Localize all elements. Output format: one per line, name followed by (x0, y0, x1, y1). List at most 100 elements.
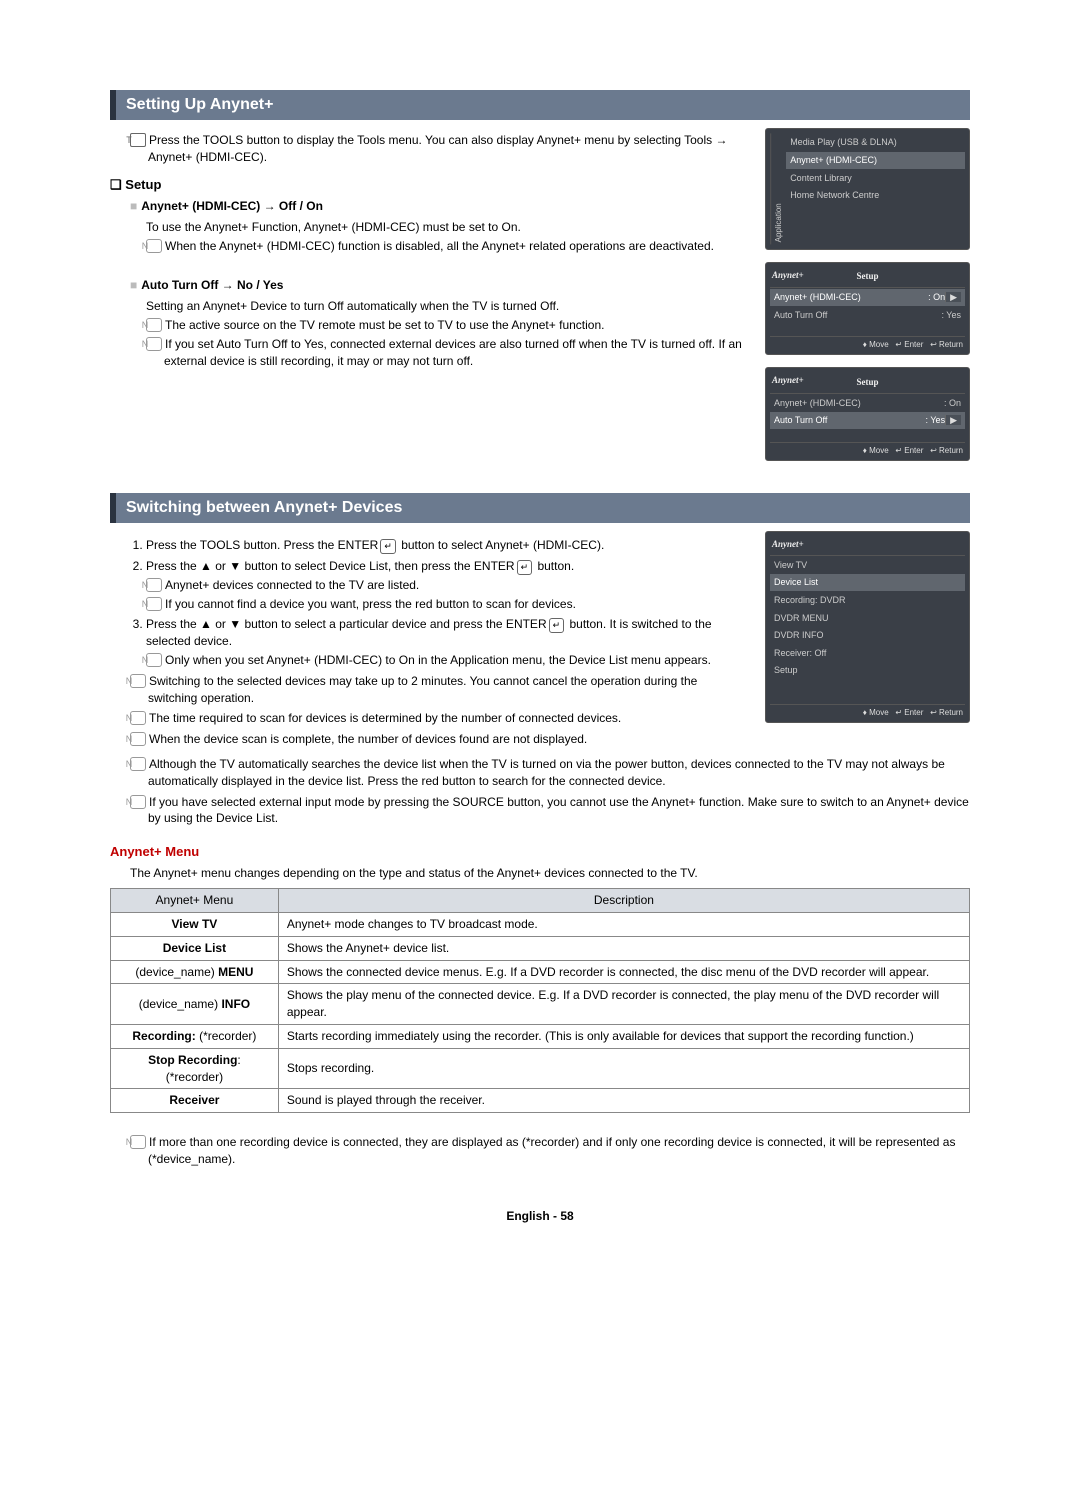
table-cell-desc: Stops recording. (278, 1048, 969, 1089)
osd-item-selected: Device List (770, 574, 965, 591)
setup-subheading: Setup (110, 176, 745, 194)
osd-side-label: Application (770, 133, 786, 244)
bottom-note-5: NIf you have selected external input mod… (130, 794, 970, 828)
return-icon: ↩ (930, 446, 937, 455)
osd-row: Auto Turn Off: Yes (770, 307, 965, 324)
osd-setup-1: Anynet+Setup Anynet+ (HDMI-CEC): On▶ Aut… (765, 262, 970, 356)
note-icon: N (146, 337, 162, 351)
anynet-menu-table: Anynet+ MenuDescription View TVAnynet+ m… (110, 888, 970, 1113)
arrow-right-icon: ▶ (945, 415, 961, 425)
osd-column-1: Application Media Play (USB & DLNA) Anyn… (765, 128, 970, 473)
enter-button-icon: ↵ (517, 560, 533, 575)
auto-turnoff-item: ■Auto Turn Off → No / Yes (130, 277, 745, 294)
move-icon: ♦ (863, 708, 867, 717)
osd-app-item: Content Library (786, 170, 965, 187)
intro-note: TPress the TOOLS button to display the T… (130, 132, 745, 166)
table-header-menu: Anynet+ Menu (111, 889, 279, 913)
hdmi-cec-item: ■Anynet+ (HDMI-CEC) → Off / On (130, 198, 745, 215)
note-icon: N (130, 795, 146, 809)
anynet-menu-heading: Anynet+ Menu (110, 843, 970, 861)
switching-steps: Press the TOOLS button. Press the ENTER↵… (146, 537, 745, 669)
osd-help-bar: ♦ Move ↵ Enter ↩ Return (770, 336, 965, 350)
osd-app-item: Media Play (USB & DLNA) (786, 134, 965, 151)
table-cell-desc: Sound is played through the receiver. (278, 1089, 969, 1113)
menu-footnote: NIf more than one recording device is co… (130, 1134, 970, 1168)
table-cell-desc: Anynet+ mode changes to TV broadcast mod… (278, 913, 969, 937)
osd-help-bar: ♦ Move ↵ Enter ↩ Return (770, 442, 965, 456)
osd-item: View TV (770, 557, 965, 574)
note-icon: N (130, 1135, 146, 1149)
step-3: Press the ▲ or ▼ button to select a part… (146, 616, 745, 668)
osd-row: Anynet+ (HDMI-CEC): On (770, 395, 965, 412)
section-title-switching: Switching between Anynet+ Devices (110, 493, 970, 523)
table-cell-desc: Shows the play menu of the connected dev… (278, 984, 969, 1025)
step-1: Press the TOOLS button. Press the ENTER↵… (146, 537, 745, 554)
table-cell-desc: Starts recording immediately using the r… (278, 1025, 969, 1049)
note-icon: N (146, 578, 162, 592)
step-2: Press the ▲ or ▼ button to select Device… (146, 558, 745, 612)
table-row: Device ListShows the Anynet+ device list… (111, 936, 970, 960)
osd-item: Receiver: Off (770, 645, 965, 662)
enter-button-icon: ↵ (549, 618, 565, 633)
anynet-menu-intro: The Anynet+ menu changes depending on th… (130, 865, 970, 882)
table-cell-menu: Device List (111, 936, 279, 960)
return-icon: ↩ (930, 708, 937, 717)
osd-setup-2: Anynet+Setup Anynet+ (HDMI-CEC): On Auto… (765, 367, 970, 461)
note-icon: N (146, 239, 162, 253)
tools-icon: T (130, 133, 146, 147)
osd-device-list: Anynet+ View TV Device List Recording: D… (765, 531, 970, 723)
table-cell-menu: Stop Recording: (*recorder) (111, 1048, 279, 1089)
osd-app-item-selected: Anynet+ (HDMI-CEC) (786, 152, 965, 169)
auto-desc: Setting an Anynet+ Device to turn Off au… (146, 298, 745, 315)
move-icon: ♦ (863, 446, 867, 455)
page-footer: English - 58 (110, 1208, 970, 1225)
osd-item: DVDR INFO (770, 627, 965, 644)
note-icon: N (130, 674, 146, 688)
bottom-note-3: NWhen the device scan is complete, the n… (130, 731, 745, 748)
enter-icon: ↵ (895, 340, 902, 349)
section-title-setting-up: Setting Up Anynet+ (110, 90, 970, 120)
bottom-note-2: NThe time required to scan for devices i… (130, 710, 745, 727)
table-cell-menu: Recording: (*recorder) (111, 1025, 279, 1049)
osd-application-menu: Application Media Play (USB & DLNA) Anyn… (765, 128, 970, 249)
auto-note1: NThe active source on the TV remote must… (146, 317, 745, 334)
osd-column-2: Anynet+ View TV Device List Recording: D… (765, 531, 970, 752)
osd-item: Setup (770, 662, 965, 679)
table-row: Stop Recording: (*recorder)Stops recordi… (111, 1048, 970, 1089)
table-cell-menu: (device_name) MENU (111, 960, 279, 984)
hdmi-desc: To use the Anynet+ Function, Anynet+ (HD… (146, 219, 745, 236)
table-cell-menu: Receiver (111, 1089, 279, 1113)
enter-icon: ↵ (895, 446, 902, 455)
osd-row-selected: Auto Turn Off: Yes▶ (770, 412, 965, 429)
note-icon: N (130, 711, 146, 725)
note-icon: N (146, 597, 162, 611)
table-cell-menu: View TV (111, 913, 279, 937)
osd-app-item: Home Network Centre (786, 187, 965, 204)
bottom-note-1: NSwitching to the selected devices may t… (130, 673, 745, 707)
note-icon: N (130, 732, 146, 746)
bottom-note-4: NAlthough the TV automatically searches … (130, 756, 970, 790)
square-bullet-icon: ■ (130, 278, 137, 292)
osd-item: DVDR MENU (770, 610, 965, 627)
table-row: View TVAnynet+ mode changes to TV broadc… (111, 913, 970, 937)
osd-help-bar: ♦ Move ↵ Enter ↩ Return (770, 704, 965, 718)
table-cell-desc: Shows the Anynet+ device list. (278, 936, 969, 960)
table-header-desc: Description (278, 889, 969, 913)
hdmi-note: NWhen the Anynet+ (HDMI-CEC) function is… (146, 238, 745, 255)
table-cell-menu: (device_name) INFO (111, 984, 279, 1025)
move-icon: ♦ (863, 340, 867, 349)
osd-item: Recording: DVDR (770, 592, 965, 609)
table-row: (device_name) MENUShows the connected de… (111, 960, 970, 984)
note-icon: N (146, 318, 162, 332)
setup-text-column: TPress the TOOLS button to display the T… (110, 128, 745, 473)
table-row: Recording: (*recorder)Starts recording i… (111, 1025, 970, 1049)
enter-icon: ↵ (895, 708, 902, 717)
table-cell-desc: Shows the connected device menus. E.g. I… (278, 960, 969, 984)
note-icon: N (130, 757, 146, 771)
arrow-right-icon: ▶ (945, 292, 961, 302)
switching-text-column: Press the TOOLS button. Press the ENTER↵… (110, 531, 745, 752)
table-row: ReceiverSound is played through the rece… (111, 1089, 970, 1113)
table-row: (device_name) INFOShows the play menu of… (111, 984, 970, 1025)
osd-row-selected: Anynet+ (HDMI-CEC): On▶ (770, 289, 965, 306)
auto-note2: NIf you set Auto Turn Off to Yes, connec… (146, 336, 745, 370)
